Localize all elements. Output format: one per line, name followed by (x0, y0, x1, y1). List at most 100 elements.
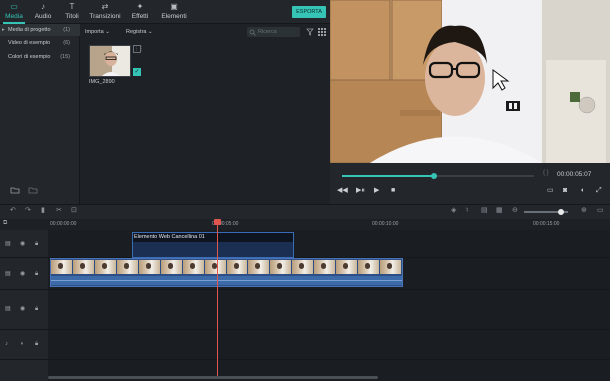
tab-media[interactable]: ▭ Media (0, 2, 28, 24)
fullscreen-icon[interactable]: ⤢ (596, 187, 602, 195)
checkmark-icon: ✓ (133, 68, 141, 76)
title-clip-label: Elemento Web Cancellina 01 (134, 234, 205, 240)
grid-view-icon[interactable] (318, 28, 326, 36)
import-dropdown[interactable]: Importa ⌄ (85, 27, 110, 37)
tab-audio[interactable]: ♪ Audio (29, 2, 57, 21)
crop-icon[interactable]: ⊡ (71, 207, 77, 215)
ruler-label: 00:00:10:00 (372, 221, 399, 227)
split-icon[interactable]: ✂ (56, 207, 62, 215)
eye-icon[interactable]: ◉ (20, 271, 25, 278)
playhead-handle[interactable] (214, 219, 221, 225)
clip-frame (51, 260, 73, 274)
clip-frame (160, 260, 183, 274)
record-dropdown[interactable]: Registra ⌄ (126, 27, 153, 37)
audio-mixer-icon[interactable]: ▤ (481, 207, 488, 215)
sidebar-item-label: Media di progetto (8, 27, 51, 33)
lock-icon[interactable]: 🔒︎ (35, 341, 38, 348)
eye-icon[interactable]: ◉ (20, 241, 25, 248)
import-label: Importa (85, 29, 104, 35)
add-track-icon[interactable]: ⧉ (3, 220, 7, 227)
tab-elementi[interactable]: ▣ Elementi (158, 2, 190, 21)
video-clip-frames (51, 260, 402, 274)
ruler-label: 00:00:00:00 (50, 221, 77, 227)
play-icon[interactable]: ▶ (374, 187, 379, 195)
lock-icon[interactable]: 🔒︎ (35, 241, 38, 248)
playhead-line (217, 222, 218, 377)
music-note-icon: ♪ (5, 341, 8, 347)
track-header-title: ▤ ◉ 🔒︎ (0, 230, 48, 258)
bracket-marker-icon[interactable]: { } (543, 170, 549, 176)
stop-icon[interactable]: ■ (391, 187, 395, 195)
filter-icon[interactable] (306, 28, 314, 36)
track-icon: ▤ (5, 241, 11, 247)
volume-icon[interactable]: ◖ (580, 187, 584, 195)
track-header-spacer (0, 360, 48, 381)
media-thumbnail[interactable] (89, 45, 131, 77)
sidebar-item-sample-colors[interactable]: Colori di esempio (15) (0, 51, 80, 63)
lock-icon[interactable]: 🔒︎ (35, 306, 38, 313)
zoom-in-icon[interactable]: ⊕ (581, 207, 587, 215)
redo-icon[interactable]: ↷ (25, 207, 31, 215)
sidebar-item-sample-video[interactable]: Video di esempio (6) (0, 37, 80, 49)
camera-icon[interactable]: ◙ (563, 187, 567, 195)
sidebar-item-project-media[interactable]: ▸ Media di progetto (1) (0, 24, 80, 36)
delete-icon[interactable]: ▮ (41, 207, 45, 215)
clip-frame (182, 260, 205, 274)
preview-frame (330, 0, 610, 163)
new-folder-icon[interactable] (10, 186, 20, 194)
clip-frame (270, 260, 293, 274)
image-icon: ▣ (170, 2, 178, 11)
track-header-empty: ▤ ◉ 🔒︎ (0, 290, 48, 330)
shield-icon[interactable]: ◈ (451, 207, 456, 215)
folder-icon[interactable] (28, 186, 38, 194)
empty-track[interactable] (48, 290, 610, 330)
clip-frame (116, 260, 139, 274)
chevron-down-icon: ▸ (2, 27, 5, 33)
tab-label: Titoli (65, 13, 79, 20)
sidebar-item-label: Colori di esempio (8, 54, 51, 60)
zoom-out-icon[interactable]: ⊖ (512, 207, 518, 215)
play-pause-icon[interactable]: ▶⏸ (356, 187, 365, 195)
ruler-label: 00:00:15:00 (533, 221, 560, 227)
tab-transizioni[interactable]: ⇄ Transizioni (88, 2, 122, 21)
previous-frame-icon[interactable]: ◀◀ (337, 187, 348, 195)
clip-frame (204, 260, 227, 274)
clip-frame (358, 260, 381, 274)
chevron-down-icon: ⌄ (105, 29, 110, 35)
clip-audio-waveform (51, 276, 402, 285)
snapshot-icon[interactable]: ▦ (496, 207, 503, 215)
sidebar-item-count: (15) (60, 54, 70, 60)
sidebar-item-count: (1) (63, 27, 70, 33)
tab-effetti[interactable]: ✦ Effetti (126, 2, 154, 21)
timeline-settings-icon[interactable]: ▭ (597, 207, 604, 215)
thumbnail-name: IMG_2890 (89, 79, 115, 85)
clip-frame (72, 260, 95, 274)
tab-titoli[interactable]: T Titoli (58, 2, 86, 21)
audio-track[interactable] (48, 330, 610, 360)
clip-frame (292, 260, 315, 274)
video-preview[interactable] (330, 0, 610, 163)
media-panel: Importa ⌄ Registra ⌄ Ricerca ⋮⋮ ✓ IMG_28… (80, 24, 330, 204)
timeline-scrollbar[interactable] (48, 376, 378, 379)
time-ruler[interactable] (48, 219, 610, 230)
clip-frame (94, 260, 117, 274)
clip-frame (336, 260, 359, 274)
lock-icon[interactable]: 🔒︎ (35, 271, 38, 278)
thumbnail-menu-icon[interactable]: ⋮⋮ (133, 45, 144, 53)
text-icon: T (69, 2, 75, 11)
monitor-icon[interactable]: ▭ (547, 187, 554, 195)
sidebar-item-count: (6) (63, 40, 70, 46)
clip-frame (314, 260, 337, 274)
sidebar-item-label: Video di esempio (8, 40, 51, 46)
tab-label: Transizioni (89, 13, 121, 20)
person-photo (90, 46, 130, 76)
undo-icon[interactable]: ↶ (10, 207, 16, 215)
music-note-icon: ♪ (41, 2, 45, 11)
export-button[interactable]: ESPORTA (292, 6, 326, 18)
preview-timecode: 00:00:05:07 (557, 171, 592, 178)
microphone-icon[interactable]: ♮ (466, 207, 469, 215)
eye-icon[interactable]: ◉ (20, 306, 25, 313)
timeline-toolbar (0, 204, 610, 219)
tab-label: Effetti (131, 13, 149, 20)
volume-icon[interactable]: ◖ (20, 341, 24, 348)
